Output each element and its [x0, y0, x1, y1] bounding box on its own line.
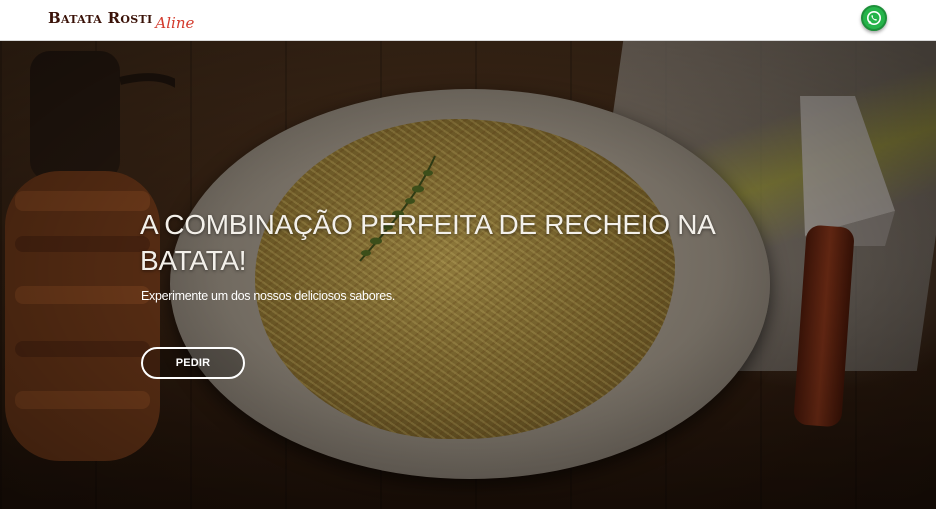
hero-banner: A COMBINAÇÃO PERFEITA DE RECHEIO NA BATA… [0, 41, 936, 509]
whatsapp-icon [867, 11, 881, 25]
top-navbar: Batata Rosti Aline [0, 0, 936, 41]
whatsapp-button[interactable] [861, 5, 887, 31]
brand-logo[interactable]: Batata Rosti Aline [48, 9, 194, 32]
order-button[interactable]: PEDIR [141, 347, 245, 379]
brand-name: Batata Rosti [48, 9, 153, 27]
brand-script-name: Aline [155, 14, 195, 32]
hero-subtitle: Experimente um dos nossos deliciosos sab… [141, 289, 395, 303]
hero-headline: A COMBINAÇÃO PERFEITA DE RECHEIO NA BATA… [140, 209, 714, 276]
